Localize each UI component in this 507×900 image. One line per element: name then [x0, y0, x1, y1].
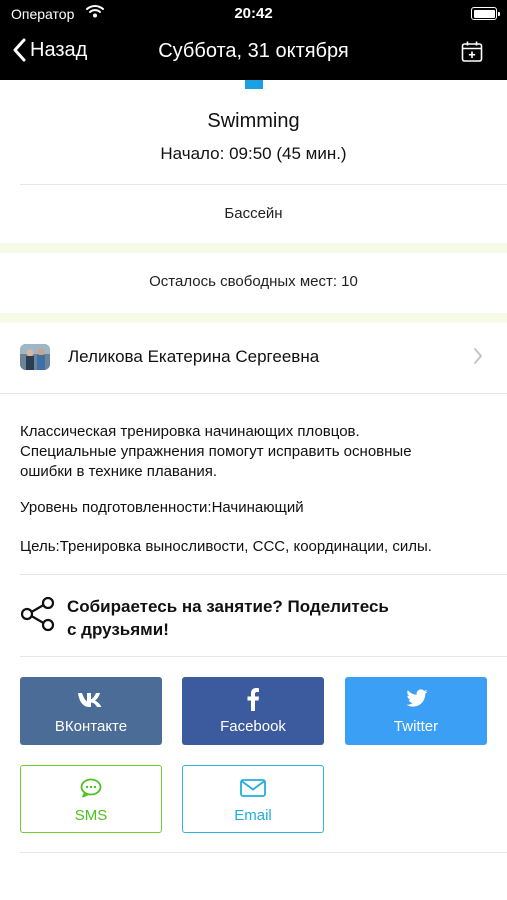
share-facebook-button[interactable]: Facebook	[182, 677, 324, 745]
share-vk-button[interactable]: ВКонтакте	[20, 677, 162, 745]
navigation-bar: Назад Суббота, 31 октября	[0, 28, 507, 80]
sms-bubble-icon	[80, 776, 102, 800]
section-separator	[0, 243, 507, 253]
share-sms-button[interactable]: SMS	[20, 765, 162, 833]
event-location: Бассейн	[224, 205, 283, 222]
chevron-left-icon	[13, 38, 26, 62]
status-bar: Оператор 20:42	[0, 0, 507, 28]
share-sms-label: SMS	[74, 807, 108, 824]
description-line: Классическая тренировка начинающих пловц…	[20, 423, 360, 440]
divider	[0, 393, 507, 394]
free-places: Осталось свободных мест: 10	[149, 273, 358, 290]
accent-marker	[245, 80, 263, 89]
back-label: Назад	[30, 38, 88, 61]
back-button[interactable]: Назад	[12, 38, 87, 62]
envelope-icon	[240, 776, 266, 800]
description-line: ошибки в технике плавания.	[20, 463, 218, 480]
share-vk-label: ВКонтакте	[54, 718, 128, 735]
divider	[20, 852, 507, 853]
divider	[20, 574, 507, 575]
divider	[20, 656, 507, 657]
share-prompt-line: с друзьями!	[67, 620, 169, 639]
description-level: Уровень подготовленности:Начинающий	[20, 499, 304, 516]
description-goal: Цель:Тренировка выносливости, ССС, коорд…	[20, 538, 432, 555]
add-to-calendar-button[interactable]	[461, 41, 483, 68]
top-bar: Оператор 20:42 Назад Суббота, 31 октября	[0, 0, 507, 80]
share-prompt: Собираетесь на занятие? Поделитесь с дру…	[67, 595, 447, 641]
trainer-row[interactable]: Леликова Екатерина Сергеевна	[0, 330, 507, 386]
description-line: Специальные упражнения помогут исправить…	[20, 443, 412, 460]
vk-icon	[77, 687, 105, 711]
share-twitter-label: Twitter	[393, 718, 439, 735]
battery-icon	[471, 7, 500, 20]
divider	[20, 184, 507, 185]
share-prompt-line: Собираетесь на занятие? Поделитесь	[67, 597, 389, 616]
share-twitter-button[interactable]: Twitter	[345, 677, 487, 745]
status-time: 20:42	[234, 5, 273, 22]
twitter-icon	[404, 687, 428, 711]
share-email-button[interactable]: Email	[182, 765, 324, 833]
section-separator	[0, 313, 507, 323]
share-icon	[20, 596, 55, 632]
trainer-name: Леликова Екатерина Сергеевна	[68, 347, 320, 366]
share-email-label: Email	[234, 807, 272, 824]
calendar-add-icon	[461, 41, 483, 62]
facebook-icon	[246, 687, 260, 711]
chevron-right-icon	[474, 348, 482, 364]
share-facebook-label: Facebook	[220, 718, 286, 735]
avatar	[20, 344, 50, 370]
event-start-time: Начало: 09:50 (45 мин.)	[160, 144, 347, 163]
event-title: Swimming	[207, 110, 300, 132]
